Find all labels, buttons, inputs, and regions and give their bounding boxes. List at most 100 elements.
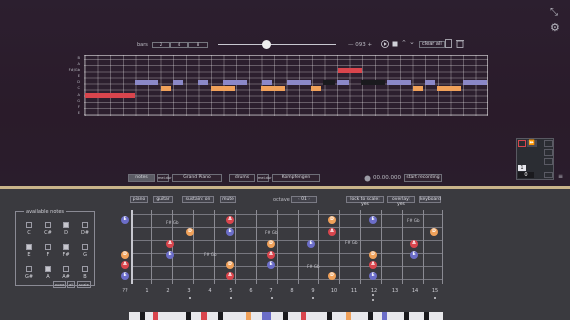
note-toggle-fsharp[interactable]: [63, 244, 69, 250]
piano-roll-grid[interactable]: [84, 55, 488, 116]
fret-note-d[interactable]: D: [369, 251, 377, 259]
fret-note-d[interactable]: D: [328, 272, 336, 280]
tab-drums[interactable]: drums: [229, 174, 255, 182]
mute-button[interactable]: mute: [220, 196, 236, 203]
note-toggle-f[interactable]: [45, 244, 51, 250]
mini-slot[interactable]: [544, 172, 553, 178]
instrument-select[interactable]: Grand Piano: [172, 174, 222, 182]
volume-slider[interactable]: [218, 44, 336, 45]
roll-note[interactable]: [323, 80, 335, 85]
piano-black-key[interactable]: [186, 312, 191, 320]
octave-stepper[interactable]: ‹ 01 ›: [291, 196, 317, 203]
bars-option-4[interactable]: 4: [170, 42, 188, 48]
fret-note-a[interactable]: A: [226, 216, 234, 224]
piano-key-highlight[interactable]: [201, 312, 207, 320]
piano-key-highlight[interactable]: [346, 312, 351, 320]
clear-all-button[interactable]: clear all: [419, 41, 445, 48]
trash-icon[interactable]: [456, 39, 464, 48]
fret-note-e[interactable]: E: [121, 216, 129, 224]
roll-note[interactable]: [437, 86, 461, 91]
fret-note-e[interactable]: E: [267, 261, 275, 269]
overlay-button[interactable]: overlay: yes: [387, 196, 415, 207]
note-toggle-e[interactable]: [26, 244, 32, 250]
fret-note-d[interactable]: D: [226, 261, 234, 269]
select-all-button[interactable]: all: [67, 281, 76, 288]
mini-slot[interactable]: [544, 140, 553, 147]
bars-option-2[interactable]: 2: [152, 42, 170, 48]
roll-note[interactable]: [262, 80, 272, 85]
fret-note-d[interactable]: D: [430, 228, 438, 236]
note-toggle-dsharp[interactable]: [82, 222, 88, 228]
roll-note[interactable]: [361, 80, 385, 85]
menu-icon[interactable]: ≡: [558, 174, 563, 180]
piano-black-key[interactable]: [327, 312, 332, 320]
fret-note-d[interactable]: D: [121, 251, 129, 259]
roll-note[interactable]: [85, 93, 135, 98]
chevron-right-icon[interactable]: ›: [308, 197, 310, 202]
guitar-button[interactable]: guitar: [153, 196, 173, 203]
fret-note-e[interactable]: E: [369, 272, 377, 280]
note-toggle-csharp[interactable]: [45, 222, 51, 228]
melody-mode-toggle[interactable]: mel.dur: [157, 174, 172, 182]
mini-slot[interactable]: [544, 158, 553, 165]
roll-note[interactable]: [223, 80, 247, 85]
lock-to-scale-button[interactable]: lock to scale: yes: [346, 196, 384, 207]
roll-note[interactable]: [425, 80, 435, 85]
note-toggle-asharp[interactable]: [63, 266, 69, 272]
fret-note-a[interactable]: A: [328, 228, 336, 236]
fret-note-a[interactable]: A: [166, 240, 174, 248]
roll-note[interactable]: [161, 86, 171, 91]
piano-key-highlight[interactable]: [153, 312, 158, 320]
tempo-control[interactable]: — 093 +: [348, 42, 372, 48]
fret-note-a[interactable]: A: [226, 272, 234, 280]
chevron-left-icon[interactable]: ‹: [298, 197, 300, 202]
mini-slot[interactable]: [544, 149, 553, 156]
roll-note[interactable]: [173, 80, 183, 85]
fret-note-e[interactable]: E: [369, 216, 377, 224]
chevron-down-icon[interactable]: ⌄: [409, 39, 415, 46]
note-toggle-d[interactable]: [63, 222, 69, 228]
note-toggle-gsharp[interactable]: [26, 266, 32, 272]
roll-note[interactable]: [211, 86, 235, 91]
piano-black-key[interactable]: [368, 312, 373, 320]
note-toggle-g[interactable]: [82, 244, 88, 250]
piano-black-key[interactable]: [404, 312, 409, 320]
roll-note[interactable]: [413, 86, 423, 91]
fret-note-e[interactable]: E: [307, 240, 315, 248]
expand-icon[interactable]: ⤡: [550, 8, 558, 18]
piano-black-key[interactable]: [218, 312, 223, 320]
chevron-up-icon[interactable]: ⌃: [401, 40, 407, 47]
bars-option-8[interactable]: 8: [188, 42, 208, 48]
drum-kit-select[interactable]: Kompfengen: [272, 174, 320, 182]
fret-note-e[interactable]: E: [226, 228, 234, 236]
record-icon[interactable]: [364, 175, 371, 182]
mini-rec-button[interactable]: [518, 140, 526, 147]
roll-note[interactable]: [287, 80, 311, 85]
keyboard-button[interactable]: keyboard: [419, 196, 441, 203]
start-recording-button[interactable]: start recording: [404, 174, 442, 182]
note-toggle-b[interactable]: [82, 266, 88, 272]
volume-slider-thumb[interactable]: [262, 40, 271, 49]
fret-note-e[interactable]: E: [410, 251, 418, 259]
piano-black-key[interactable]: [283, 312, 288, 320]
roll-note[interactable]: [135, 80, 158, 85]
note-toggle-c[interactable]: [26, 222, 32, 228]
roll-note[interactable]: [387, 80, 411, 85]
play-icon[interactable]: [381, 40, 389, 48]
gear-icon[interactable]: ⚙: [550, 22, 560, 33]
piano-key-highlight[interactable]: [301, 312, 306, 320]
piano-black-key[interactable]: [424, 312, 429, 320]
fret-note-e[interactable]: E: [166, 251, 174, 259]
roll-note[interactable]: [463, 80, 487, 85]
fret-note-a[interactable]: A: [267, 251, 275, 259]
piano-key-highlight[interactable]: [262, 312, 271, 320]
roll-note[interactable]: [337, 80, 349, 85]
piano-button[interactable]: piano: [130, 196, 148, 203]
fret-note-d[interactable]: D: [186, 228, 194, 236]
fret-note-d[interactable]: D: [267, 240, 275, 248]
roll-note[interactable]: [311, 86, 321, 91]
select-none-button[interactable]: none: [53, 281, 67, 288]
note-toggle-a[interactable]: [45, 266, 51, 272]
stop-icon[interactable]: [392, 41, 398, 47]
file-icon[interactable]: [445, 39, 452, 48]
